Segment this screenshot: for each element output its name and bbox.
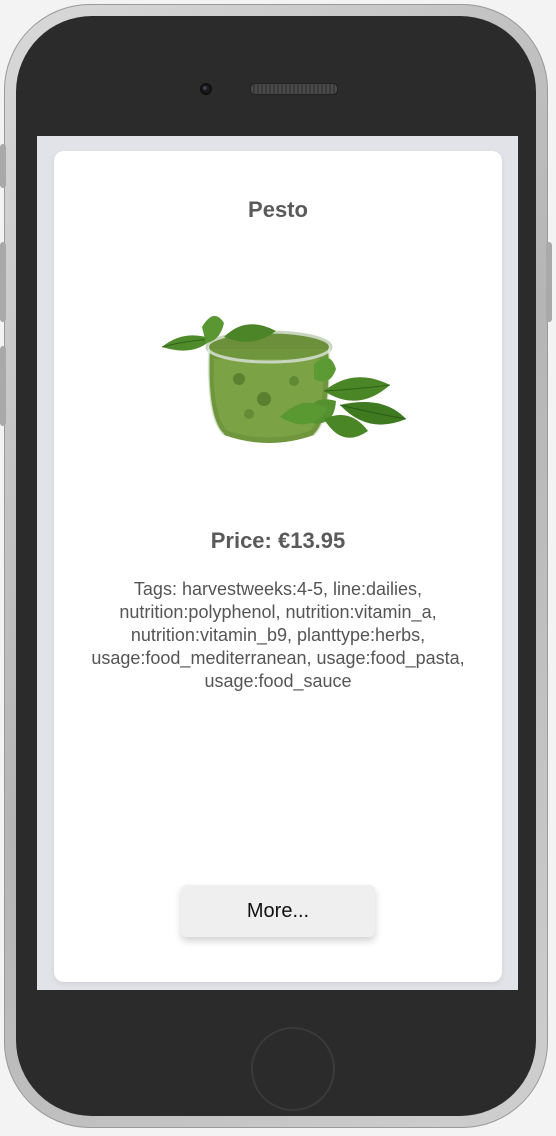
home-button[interactable]	[251, 1027, 335, 1111]
more-button[interactable]: More...	[181, 885, 375, 937]
product-title: Pesto	[248, 197, 308, 222]
pesto-jar-image	[161, 315, 407, 443]
side-button-volume-up	[0, 242, 6, 322]
product-price: Price: €13.95	[210, 528, 346, 553]
screen: Pesto Price: €13.95 Tags: harvestweeks:4…	[37, 136, 518, 990]
side-button-power	[546, 242, 552, 322]
speaker-grille	[250, 83, 338, 95]
product-card: Pesto Price: €13.95 Tags: harvestweeks:4…	[54, 151, 502, 982]
side-button-mute	[0, 144, 6, 188]
product-tags: Tags: harvestweeks:4-5, line:dailies, nu…	[91, 579, 465, 691]
front-camera-icon	[200, 83, 212, 95]
side-button-volume-down	[0, 346, 6, 426]
